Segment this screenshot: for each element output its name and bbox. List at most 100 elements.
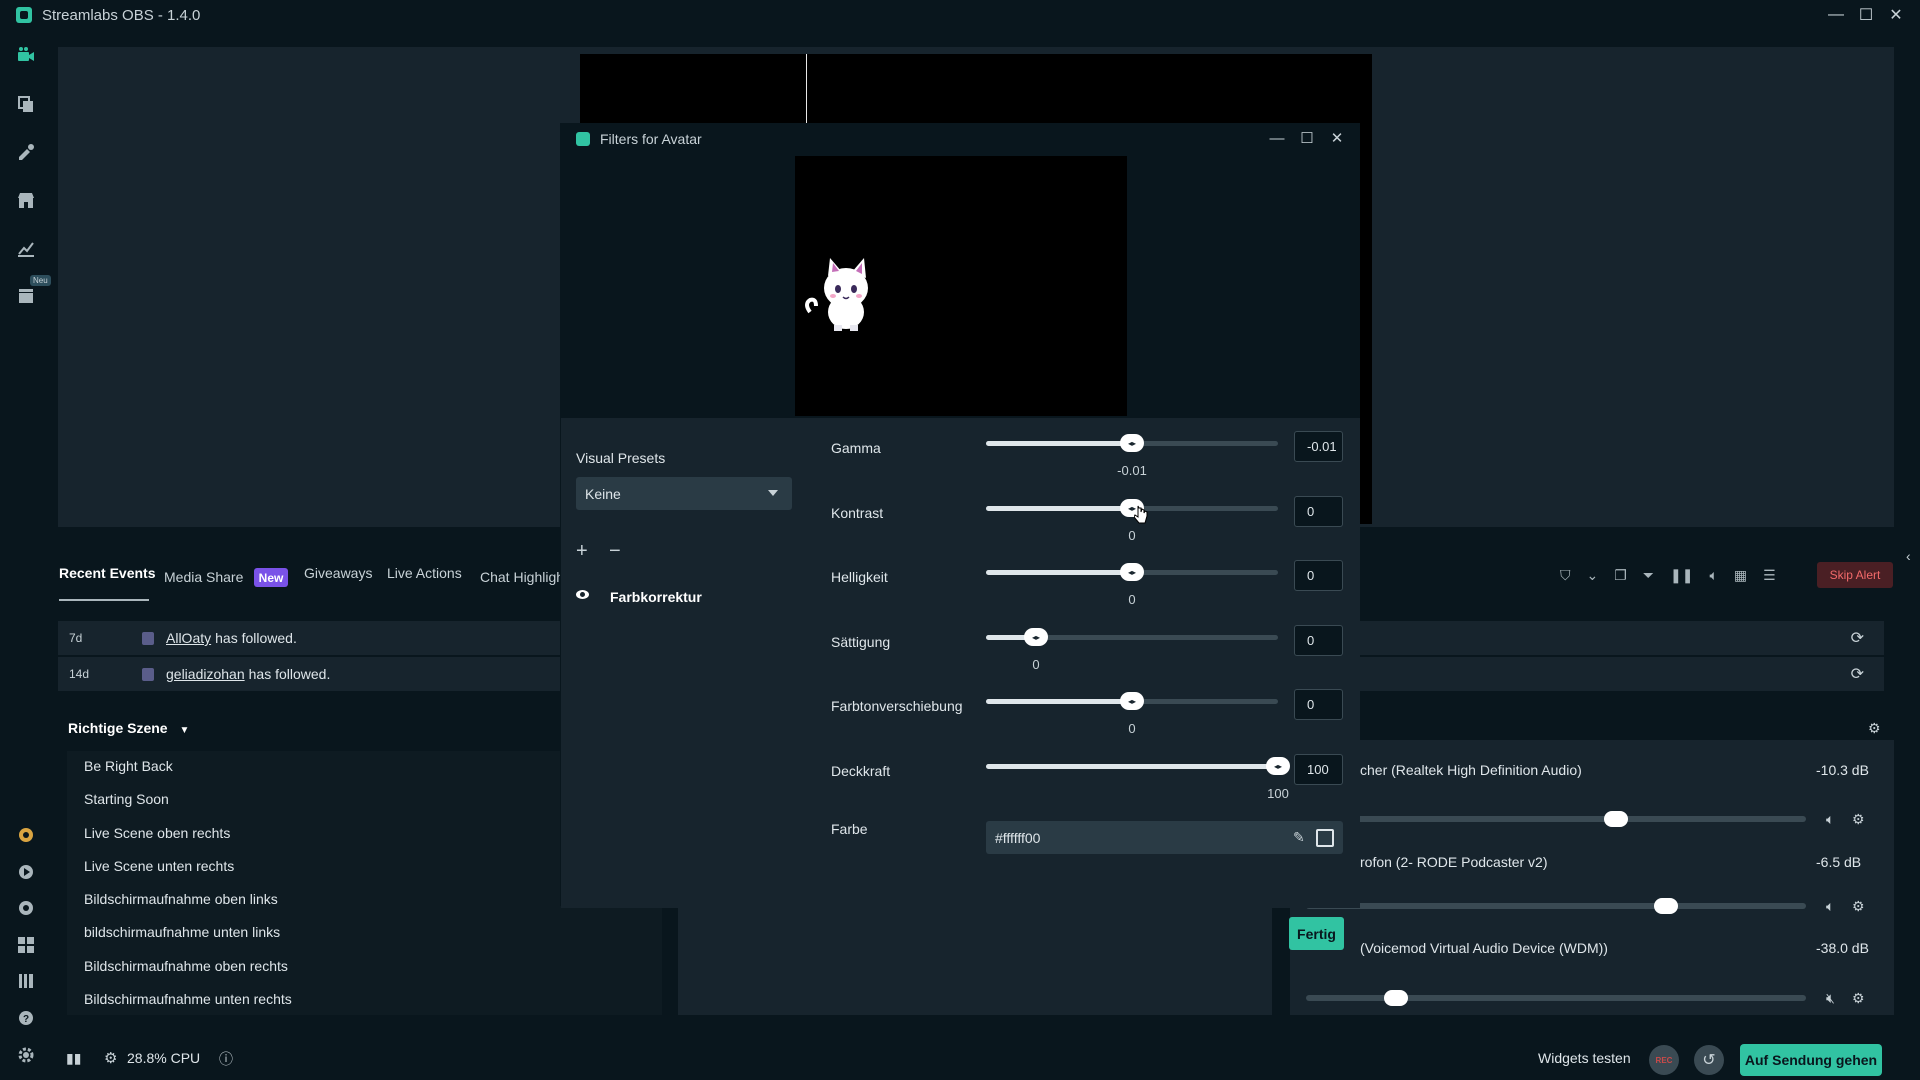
color-input[interactable]: #ffffff00 [986, 821, 1343, 854]
done-button[interactable]: Fertig [1289, 917, 1344, 950]
param-number-input[interactable]: 0 [1294, 560, 1343, 591]
param-number-input[interactable]: 0 [1294, 689, 1343, 720]
app-window: Streamlabs OBS - 1.4.0 — ☐ ✕ Neu ? Recen… [0, 0, 1920, 1080]
mixer-volume-slider[interactable] [1306, 811, 1806, 827]
eye-icon[interactable] [576, 590, 589, 599]
close-button[interactable]: ✕ [1881, 0, 1911, 30]
event-time: 14d [69, 667, 90, 681]
tab-live-actions[interactable]: Live Actions [387, 565, 462, 581]
chat-icon[interactable] [16, 899, 36, 919]
go-live-button[interactable]: Auf Sendung gehen [1740, 1044, 1882, 1076]
param-slider-knob[interactable]: ◂▸ [1120, 563, 1144, 581]
event-user-link[interactable]: geliadizohan [166, 666, 245, 682]
widgets-test-button[interactable]: Widgets testen [1538, 1050, 1631, 1066]
color-swatch[interactable] [1316, 829, 1334, 847]
volume-icon[interactable]: 🔈︎ [1709, 567, 1717, 584]
popout-icon[interactable]: ❐ [1614, 567, 1627, 584]
settings-gear-icon[interactable] [16, 1045, 36, 1065]
param-slider[interactable]: ◂▸ [986, 563, 1278, 581]
tab-chat-highlight[interactable]: Chat Highligh [480, 569, 564, 585]
tab-recent-events[interactable]: Recent Events [59, 565, 155, 581]
scene-item[interactable]: Live Scene oben rechts [84, 825, 230, 841]
param-value-label: 0 [1128, 721, 1136, 736]
mixer-slider-knob[interactable] [1384, 990, 1408, 1006]
gear-icon[interactable]: ⚙ [1852, 990, 1865, 1007]
scene-item[interactable]: bildschirmaufnahme unten links [84, 924, 280, 940]
columns-icon[interactable] [16, 971, 36, 991]
param-slider-knob[interactable]: ◂▸ [1120, 692, 1144, 710]
mixer-slider-knob[interactable] [1604, 811, 1628, 827]
analytics-icon[interactable] [16, 238, 36, 258]
eyedropper-icon[interactable]: ✎ [1293, 829, 1305, 846]
scene-item[interactable]: Live Scene unten rechts [84, 858, 234, 874]
speaker-muted-icon[interactable]: 🔇︎ [1826, 990, 1835, 1007]
pause-icon[interactable]: ❚❚ [1670, 567, 1693, 584]
filter-item-farbkorrektur[interactable]: Farbkorrektur [610, 589, 702, 605]
highlighter-icon[interactable] [16, 286, 36, 306]
param-number-input[interactable]: 0 [1294, 625, 1343, 656]
editor-icon[interactable] [16, 142, 36, 162]
replay-buffer-icon[interactable]: ↺ [1694, 1045, 1724, 1075]
scene-item[interactable]: Bildschirmaufnahme unten rechts [84, 991, 292, 1007]
alertbox-icon[interactable] [16, 825, 36, 845]
record-button[interactable]: REC [1649, 1045, 1679, 1075]
tab-media-share[interactable]: Media Share [164, 569, 243, 585]
param-slider[interactable]: ◂▸ [986, 499, 1278, 517]
mixer-settings-gear-icon[interactable]: ⚙ [1868, 720, 1881, 737]
scene-item[interactable]: Starting Soon [84, 791, 169, 807]
param-slider-knob[interactable]: ◂▸ [1266, 757, 1290, 775]
app-logo-icon [16, 7, 32, 23]
mixer-volume-slider[interactable] [1306, 898, 1806, 914]
param-number-input[interactable]: 100 [1294, 754, 1343, 785]
param-number-input[interactable]: -0.01 [1294, 431, 1343, 462]
minimize-button[interactable]: — [1821, 0, 1851, 30]
filter-icon[interactable]: ⏷ [1643, 567, 1654, 584]
color-label: Farbe [831, 821, 868, 837]
param-number-input[interactable]: 0 [1294, 496, 1343, 527]
info-icon[interactable]: ⓘ [219, 1049, 233, 1069]
play-icon[interactable] [16, 862, 36, 882]
param-slider-knob[interactable]: ◂▸ [1120, 434, 1144, 452]
param-slider[interactable]: ◂▸ [986, 628, 1278, 646]
param-slider[interactable]: ◂▸ [986, 757, 1290, 775]
gear-icon[interactable]: ⚙ [1852, 898, 1865, 915]
gear-icon[interactable]: ⚙ [1852, 811, 1865, 828]
chevron-down-icon[interactable]: ⌄ [1587, 567, 1599, 584]
list-view-icon[interactable]: ☰ [1763, 567, 1776, 584]
scene-collection-selector[interactable]: Richtige Szene ▼ [68, 720, 189, 736]
param-label: Gamma [831, 440, 881, 456]
tab-giveaways[interactable]: Giveaways [304, 565, 372, 581]
studio-icon[interactable] [16, 45, 36, 65]
maximize-button[interactable]: ☐ [1851, 0, 1881, 30]
remove-filter-minus-icon[interactable]: − [609, 540, 621, 563]
visual-presets-select[interactable]: Keine [576, 477, 792, 510]
scene-item[interactable]: Bildschirmaufnahme oben links [84, 891, 278, 907]
refresh-icon[interactable]: ⟳ [1851, 664, 1864, 684]
scene-item[interactable]: Bildschirmaufnahme oben rechts [84, 958, 288, 974]
speaker-icon[interactable]: 🔈︎ [1826, 811, 1834, 828]
store-icon[interactable] [16, 190, 36, 210]
stats-icon[interactable]: ▮▮ [66, 1050, 81, 1067]
scene-item[interactable]: Be Right Back [84, 758, 173, 774]
help-icon[interactable]: ? [16, 1008, 36, 1028]
themes-icon[interactable] [16, 94, 36, 114]
cpu-icon: ⚙ [104, 1050, 118, 1067]
dialog-close-button[interactable]: ✕ [1322, 123, 1352, 153]
refresh-icon[interactable]: ⟳ [1851, 628, 1864, 648]
shield-icon[interactable]: ⛉ [1560, 567, 1571, 584]
speaker-icon[interactable]: 🔈︎ [1826, 898, 1834, 915]
param-slider[interactable]: ◂▸ [986, 434, 1278, 452]
mixer-slider-knob[interactable] [1654, 898, 1678, 914]
add-filter-plus-icon[interactable]: + [576, 540, 588, 563]
collapse-panel-chevron-icon[interactable]: ‹ [1906, 548, 1911, 564]
dialog-maximize-button[interactable]: ☐ [1292, 123, 1322, 153]
event-user-link[interactable]: AllOaty [166, 630, 211, 646]
dialog-title: Filters for Avatar [600, 131, 702, 147]
param-slider-knob[interactable]: ◂▸ [1024, 628, 1048, 646]
mixer-volume-slider[interactable] [1306, 990, 1806, 1006]
skip-alert-button[interactable]: Skip Alert [1817, 562, 1893, 588]
layout-icon[interactable] [16, 935, 36, 955]
grid-view-icon[interactable]: ▦ [1734, 567, 1747, 584]
dialog-minimize-button[interactable]: — [1262, 123, 1292, 153]
param-slider[interactable]: ◂▸ [986, 692, 1278, 710]
